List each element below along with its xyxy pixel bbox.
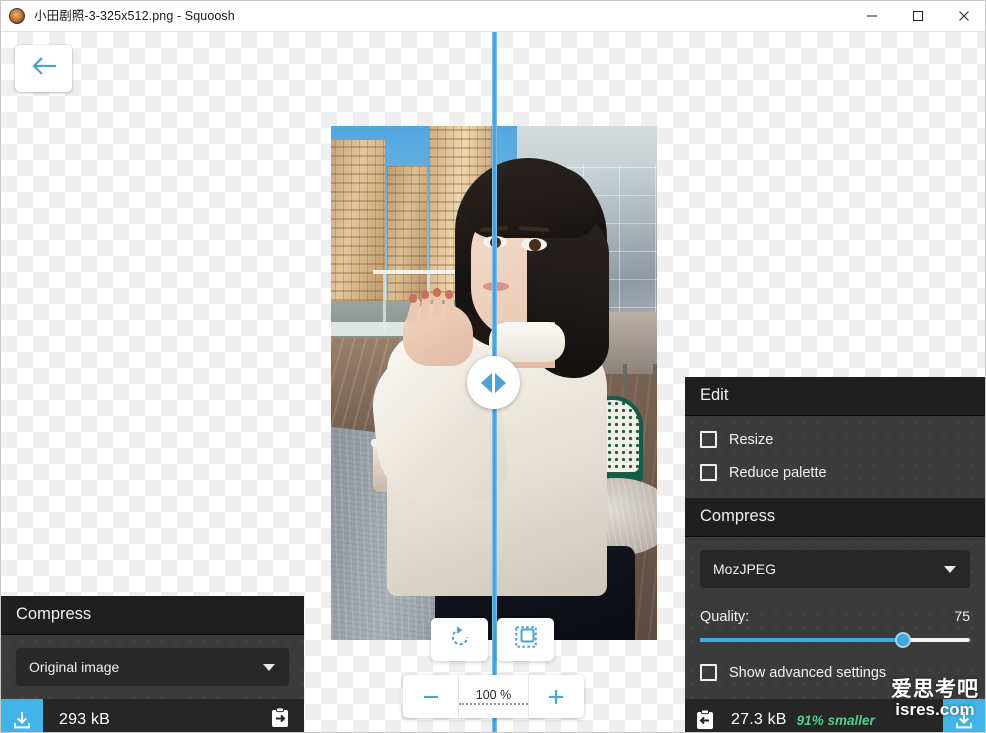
right-encoder-select[interactable]: MozJPEG <box>700 550 970 588</box>
resize-option-row[interactable]: Resize <box>700 423 970 456</box>
left-compress-title: Compress <box>1 596 304 635</box>
maximize-button[interactable] <box>895 1 941 32</box>
close-button[interactable] <box>941 1 985 32</box>
zoom-controls: 100 % <box>403 675 584 718</box>
chevron-down-icon <box>944 566 956 573</box>
left-encoder-select[interactable]: Original image <box>16 648 289 686</box>
minimize-button[interactable] <box>849 1 895 32</box>
reduce-palette-label: Reduce palette <box>729 464 827 481</box>
resize-checkbox[interactable] <box>700 431 717 448</box>
right-file-size: 27.3 kB <box>731 711 787 728</box>
compress-options: MozJPEG Quality: 75 Show advanced settin… <box>685 537 985 699</box>
select-region-icon <box>514 626 537 653</box>
window-title: 小田剧照-3-325x512.png - Squoosh <box>34 8 235 23</box>
left-download-button[interactable] <box>1 699 43 732</box>
title-bar: 小田剧照-3-325x512.png - Squoosh <box>1 1 985 32</box>
zoom-in-button[interactable] <box>529 675 584 718</box>
left-copy-to-other-side-button[interactable] <box>270 707 290 733</box>
show-advanced-settings-checkbox[interactable] <box>700 664 717 681</box>
rotate-clockwise-icon <box>449 626 471 653</box>
left-encoder-value: Original image <box>29 659 120 675</box>
right-copy-to-other-side-button[interactable] <box>695 709 715 731</box>
squoosh-window: 小田剧照-3-325x512.png - Squoosh 100 % Compr… <box>0 0 986 733</box>
quality-label: Quality: <box>700 609 750 625</box>
left-file-size: 293 kB <box>59 711 111 728</box>
edit-section-title: Edit <box>685 377 985 416</box>
right-download-button[interactable] <box>943 699 985 732</box>
quality-slider[interactable] <box>700 632 970 648</box>
left-options-panel: Compress Original image 293 kB <box>1 596 304 733</box>
quality-slider-knob[interactable] <box>894 632 911 648</box>
image-tools <box>431 618 554 661</box>
edit-options: Resize Reduce palette <box>685 416 985 498</box>
squoosh-logo-icon <box>9 8 25 24</box>
size-savings-badge: 91% smaller <box>796 712 875 728</box>
zoom-out-button[interactable] <box>403 675 458 718</box>
quality-slider-fill <box>700 638 903 642</box>
select-region-button[interactable] <box>497 618 554 661</box>
right-encoder-value: MozJPEG <box>713 561 777 577</box>
arrow-right-icon <box>495 372 506 393</box>
rotate-button[interactable] <box>431 618 488 661</box>
window-controls <box>849 1 985 32</box>
reduce-palette-option-row[interactable]: Reduce palette <box>700 456 970 489</box>
arrow-left-icon <box>31 56 57 81</box>
show-advanced-settings-label: Show advanced settings <box>729 664 887 681</box>
right-options-panel: Edit Resize Reduce palette Compress MozJ… <box>685 377 985 732</box>
compress-section-title: Compress <box>685 498 985 537</box>
quality-value: 75 <box>954 608 970 624</box>
show-advanced-settings-row[interactable]: Show advanced settings <box>700 656 970 689</box>
right-size-bar: 27.3 kB 91% smaller <box>685 699 985 732</box>
chevron-down-icon <box>263 664 275 671</box>
quality-row: Quality: 75 <box>700 608 970 625</box>
reduce-palette-checkbox[interactable] <box>700 464 717 481</box>
resize-label: Resize <box>729 431 774 448</box>
arrow-left-icon <box>481 372 492 393</box>
left-size-bar: 293 kB <box>1 699 304 733</box>
comparison-divider-handle[interactable] <box>467 356 520 409</box>
left-panel-body: Original image <box>1 635 304 699</box>
zoom-value-input[interactable]: 100 % <box>459 688 528 705</box>
back-button[interactable] <box>15 45 72 92</box>
